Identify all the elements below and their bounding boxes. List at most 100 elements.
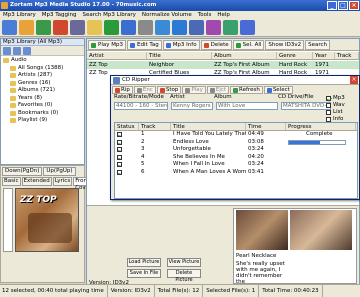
col-status[interactable]: Status xyxy=(115,123,139,130)
down-button[interactable]: Down(PgDn) xyxy=(2,167,43,176)
search-button[interactable]: Search xyxy=(305,40,330,50)
close-dialog-button[interactable]: × xyxy=(350,76,358,84)
refresh-icon[interactable] xyxy=(223,20,238,35)
checkbox[interactable] xyxy=(326,116,331,122)
tag-icon[interactable] xyxy=(19,20,34,35)
tree-item[interactable]: Bookmarks (0) xyxy=(3,110,82,118)
maximize-button[interactable]: □ xyxy=(338,1,348,10)
button-label: Search xyxy=(308,42,327,48)
tree-item[interactable]: Albums (721) xyxy=(3,87,82,95)
play-mp3-button[interactable]: Play Mp3 xyxy=(88,40,126,50)
option-info[interactable]: Info xyxy=(326,115,359,122)
option-mp3[interactable]: Mp3 xyxy=(326,94,359,101)
play-icon[interactable] xyxy=(104,20,119,35)
checkbox[interactable] xyxy=(326,102,331,108)
artist-field[interactable]: Kenny Rogers xyxy=(171,102,213,110)
enc-button[interactable]: Enc xyxy=(133,86,156,94)
col-title[interactable]: Title xyxy=(147,52,212,59)
track-title: She Believes In Me xyxy=(173,153,225,160)
track-checkbox[interactable] xyxy=(117,154,122,160)
close-button[interactable]: × xyxy=(349,1,359,10)
mp3-info-button[interactable]: Mp3 Info xyxy=(162,40,200,50)
track-checkbox[interactable] xyxy=(117,147,122,152)
tab-basic[interactable]: Basic xyxy=(2,177,21,186)
search-icon[interactable] xyxy=(13,47,21,55)
tree-item[interactable]: Artists (287) xyxy=(3,72,82,80)
delete-button[interactable]: Delete xyxy=(200,40,232,50)
checkbox[interactable] xyxy=(326,95,331,101)
refresh-icon[interactable] xyxy=(3,47,11,55)
tree-item[interactable]: All Songs (1388) xyxy=(3,65,82,73)
album-field[interactable]: With Love xyxy=(216,102,278,110)
help-icon[interactable] xyxy=(189,20,204,35)
col-artist[interactable]: Artist xyxy=(87,52,147,59)
menu-normalize[interactable]: Normalize Volume xyxy=(142,11,192,19)
save-in-file-button[interactable]: Save In File xyxy=(127,269,161,278)
ejct-button[interactable]: Ejct xyxy=(206,86,230,94)
show-id3v2-button[interactable]: Show ID3v2 xyxy=(265,40,305,50)
tree-item[interactable]: Audio xyxy=(3,57,82,65)
search-icon[interactable] xyxy=(36,20,51,35)
menu-help[interactable]: Help xyxy=(217,11,230,19)
tree-item[interactable]: Favorites (0) xyxy=(3,102,82,110)
menu-tools[interactable]: Tools xyxy=(198,11,212,19)
track-row[interactable]: 6 When A Man Loves A Woma 03:41 xyxy=(115,169,357,177)
minimize-button[interactable]: _ xyxy=(327,1,337,10)
tree-item[interactable]: Years (8) xyxy=(3,95,82,103)
view-picture-button[interactable]: View Picture xyxy=(167,258,201,267)
col-track[interactable]: Track xyxy=(335,52,359,59)
menu-search[interactable]: Search Mp3 Library xyxy=(83,11,136,19)
gear-icon[interactable] xyxy=(70,20,85,35)
track-checkbox[interactable] xyxy=(117,169,122,175)
col-track-title[interactable]: Title xyxy=(171,123,246,130)
volume-icon[interactable] xyxy=(53,20,68,35)
track-row[interactable]: 2 Endless Love 03:08 xyxy=(115,139,357,147)
info-icon[interactable] xyxy=(240,20,255,35)
col-album[interactable]: Album xyxy=(212,52,277,59)
track-checkbox[interactable] xyxy=(117,132,122,137)
track-checkbox[interactable] xyxy=(117,139,122,145)
rip-icon xyxy=(115,87,120,93)
edit-tag-button[interactable]: Edit Tag xyxy=(126,40,162,50)
track-checkbox[interactable] xyxy=(117,162,122,167)
menu-mp3-tagging[interactable]: Mp3 Tagging xyxy=(42,11,77,19)
track-row[interactable]: 3 Unforgettable 03:24 xyxy=(115,146,357,154)
tab-lyrics[interactable]: Lyrics xyxy=(52,177,73,186)
globe-icon[interactable] xyxy=(155,20,170,35)
settings-icon[interactable] xyxy=(23,47,31,55)
checkbox[interactable] xyxy=(326,109,331,115)
tree-item[interactable]: Genres (16) xyxy=(3,80,82,88)
library-icon[interactable] xyxy=(2,20,17,35)
up-button[interactable]: Up(PgUp) xyxy=(43,167,76,176)
tab-extended[interactable]: Extended xyxy=(21,177,52,186)
select-button[interactable]: Select xyxy=(263,86,293,94)
lyrics-icon[interactable] xyxy=(206,20,221,35)
drive-select[interactable]: MATSHITA DVD-RAM UJ-850S xyxy=(281,102,331,110)
menu-mp3-library[interactable]: Mp3 Library xyxy=(3,11,36,19)
option-list[interactable]: List xyxy=(326,108,359,115)
col-genre[interactable]: Genre xyxy=(277,52,313,59)
save-icon[interactable] xyxy=(121,20,136,35)
web-icon[interactable] xyxy=(172,20,187,35)
delete-picture-button[interactable]: Delete Picture xyxy=(167,269,201,283)
col-time[interactable]: Time xyxy=(246,123,286,130)
rip-button[interactable]: Rip xyxy=(112,86,133,94)
library-panel: Mp3 Library (All Mp3) Audio All Songs (13… xyxy=(0,38,85,165)
table-row[interactable]: ZZ Top Neighbor ZZ Top's First Album Hard R… xyxy=(87,61,359,69)
load-picture-button[interactable]: Load Picture xyxy=(127,258,161,267)
refresh-button[interactable]: Refresh xyxy=(230,86,263,94)
col-progress[interactable]: Progress xyxy=(286,123,356,130)
tree-item[interactable]: Playlist (9) xyxy=(3,117,82,125)
folder-icon[interactable] xyxy=(87,20,102,35)
col-year[interactable]: Year xyxy=(313,52,335,59)
stop-button[interactable]: Stop xyxy=(156,86,182,94)
col-track-num[interactable]: Track xyxy=(139,123,171,130)
track-row[interactable]: 4 She Believes In Me 04:20 xyxy=(115,154,357,162)
play-button[interactable]: Play xyxy=(182,86,206,94)
track-row[interactable]: 1 I Have Told You Lately That I 04:49 Compl… xyxy=(115,131,357,139)
rate-select[interactable]: 44100 - 160 - Stereo xyxy=(114,102,168,110)
sel-all-button[interactable]: Sel. All xyxy=(232,40,265,50)
cd-icon[interactable] xyxy=(138,20,153,35)
track-row[interactable]: 5 When I Fall In Love 03:24 xyxy=(115,161,357,169)
option-wav[interactable]: Wav xyxy=(326,101,359,108)
